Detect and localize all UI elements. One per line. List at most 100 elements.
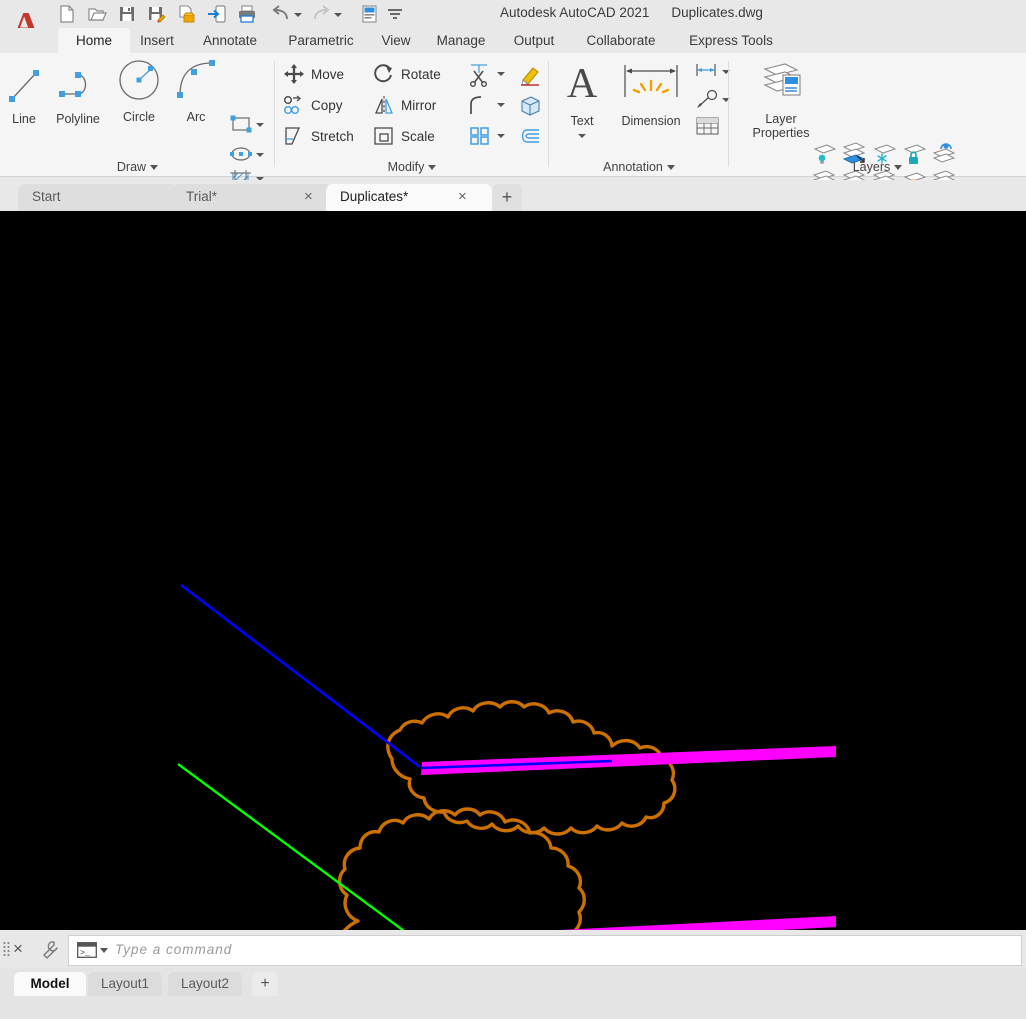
draw-arc-button[interactable]: Arc: [172, 55, 220, 124]
fillet-dropdown-icon[interactable]: [497, 101, 505, 109]
draw-line-button[interactable]: Line: [4, 61, 44, 126]
file-name: Duplicates.dwg: [671, 5, 763, 20]
linear-dimension-icon[interactable]: [693, 61, 721, 86]
draw-arc-label: Arc: [186, 110, 206, 124]
modify-stretch-button[interactable]: Stretch: [283, 125, 354, 147]
command-prompt-icon[interactable]: >_: [77, 942, 97, 963]
modify-move-button[interactable]: Move: [283, 63, 344, 85]
array-icon[interactable]: [467, 125, 491, 152]
modify-rotate-button[interactable]: Rotate: [373, 63, 441, 85]
tab-parametric[interactable]: Parametric: [266, 28, 376, 53]
save-as-icon[interactable]: [146, 3, 168, 25]
layout-tab-layout1[interactable]: Layout1: [88, 972, 162, 996]
draw-line-label: Line: [12, 112, 36, 126]
panel-annotation-title-text: Annotation: [603, 160, 663, 174]
ribbon-tab-bar: Home Insert Annotate Parametric View Man…: [0, 28, 1026, 77]
doc-tab-trial[interactable]: Trial* ×: [172, 184, 332, 211]
tab-insert[interactable]: Insert: [122, 28, 192, 53]
panel-layers-title[interactable]: Layers: [729, 160, 1026, 174]
status-bar: Model Layout1 Layout2 + 152355.4469, 159…: [0, 968, 1026, 1019]
command-history-dropdown-icon[interactable]: [100, 948, 108, 956]
erase-icon[interactable]: [517, 63, 543, 92]
svg-text:>_: >_: [80, 948, 91, 958]
layer-properties-label: Layer Properties: [752, 112, 810, 140]
modify-scale-label: Scale: [401, 128, 435, 144]
panel-annotation-title[interactable]: Annotation: [549, 160, 729, 174]
undo-icon[interactable]: [270, 3, 292, 25]
3d-solid-icon[interactable]: [517, 94, 543, 123]
tab-collaborate[interactable]: Collaborate: [562, 28, 680, 53]
command-close-icon[interactable]: ×: [13, 939, 23, 959]
green-leader-line: [177, 763, 405, 930]
modify-mirror-button[interactable]: Mirror: [373, 94, 436, 116]
panel-draw-title-text: Draw: [116, 160, 147, 174]
doc-tab-start-label: Start: [32, 189, 61, 204]
layout-tab-layout2[interactable]: Layout2: [168, 972, 242, 996]
command-line-bar: × >_ Type a command: [0, 930, 1026, 968]
command-input-placeholder: Type a command: [115, 942, 233, 957]
redo-icon[interactable]: [310, 3, 332, 25]
panel-layers: Layer Properties Layers: [729, 53, 1026, 195]
new-document-tab-button[interactable]: +: [492, 184, 522, 211]
doc-tab-duplicates[interactable]: Duplicates* ×: [326, 184, 492, 211]
fillet-icon[interactable]: [467, 94, 491, 121]
annotation-text-label: Text: [570, 114, 594, 128]
drawing-canvas[interactable]: [0, 211, 1026, 930]
window-title: Autodesk AutoCAD 2021 Duplicates.dwg: [500, 5, 1020, 25]
draw-polyline-label: Polyline: [56, 112, 100, 126]
doc-tab-trial-label: Trial*: [186, 189, 218, 204]
export-icon[interactable]: [176, 3, 198, 25]
draw-polyline-button[interactable]: Polyline: [48, 61, 108, 126]
rectangle-icon[interactable]: [228, 113, 254, 140]
qat-customize-icon[interactable]: [384, 3, 406, 25]
command-input[interactable]: >_ Type a command: [68, 935, 1022, 966]
draw-circle-label: Circle: [123, 110, 155, 124]
command-customize-icon[interactable]: [40, 939, 62, 966]
array-dropdown-icon[interactable]: [497, 132, 505, 140]
offset-icon[interactable]: [517, 125, 543, 152]
leader-icon[interactable]: [693, 89, 721, 116]
annotation-text-button[interactable]: A Text: [557, 57, 607, 128]
doc-tab-start[interactable]: Start: [18, 184, 178, 211]
layer-properties-button[interactable]: Layer Properties: [739, 59, 823, 140]
layout-tab-model[interactable]: Model: [14, 972, 86, 996]
panel-modify-title[interactable]: Modify: [275, 160, 549, 174]
command-grip-icon[interactable]: [3, 941, 10, 957]
rectangle-dropdown-icon[interactable]: [256, 121, 264, 129]
panel-modify-title-text: Modify: [387, 160, 425, 174]
svg-text:A: A: [567, 61, 598, 107]
draw-circle-button[interactable]: Circle: [112, 55, 166, 124]
doc-tab-trial-close-icon[interactable]: ×: [304, 184, 313, 210]
panel-draw-title[interactable]: Draw: [0, 160, 275, 174]
panel-draw: Line Polyline Circle Arc Draw: [0, 53, 275, 195]
modify-scale-button[interactable]: Scale: [373, 125, 435, 147]
text-dropdown-icon[interactable]: [578, 132, 586, 140]
panel-layers-title-text: Layers: [852, 160, 891, 174]
tab-manage[interactable]: Manage: [416, 28, 506, 53]
document-tab-bar: Start Trial* × Duplicates* × +: [0, 180, 1026, 211]
workspace-icon[interactable]: [358, 3, 380, 25]
annotation-dimension-button[interactable]: Dimension: [607, 57, 695, 128]
autocad-window: A Autodesk AutoCAD 2021 Duplicates.dwg H…: [0, 0, 1026, 1019]
modify-move-label: Move: [311, 66, 345, 82]
modify-copy-button[interactable]: Copy: [283, 94, 343, 116]
open-icon[interactable]: [86, 3, 108, 25]
modify-stretch-label: Stretch: [311, 128, 354, 144]
save-icon[interactable]: [116, 3, 138, 25]
share-icon[interactable]: [206, 3, 228, 25]
tab-home[interactable]: Home: [58, 28, 130, 53]
undo-dropdown-icon[interactable]: [294, 11, 302, 19]
new-layout-button[interactable]: +: [252, 972, 278, 996]
doc-tab-duplicates-close-icon[interactable]: ×: [458, 184, 467, 210]
annotation-dimension-label: Dimension: [621, 114, 681, 128]
plot-icon[interactable]: [236, 3, 258, 25]
modify-mirror-label: Mirror: [401, 97, 437, 113]
trim-icon[interactable]: [467, 63, 491, 92]
ellipse-dropdown-icon[interactable]: [256, 151, 264, 159]
trim-dropdown-icon[interactable]: [497, 70, 505, 78]
table-icon[interactable]: [693, 115, 721, 142]
redo-dropdown-icon[interactable]: [334, 11, 342, 19]
tab-annotate[interactable]: Annotate: [184, 28, 276, 53]
new-icon[interactable]: [56, 3, 78, 25]
tab-express-tools[interactable]: Express Tools: [668, 28, 794, 53]
